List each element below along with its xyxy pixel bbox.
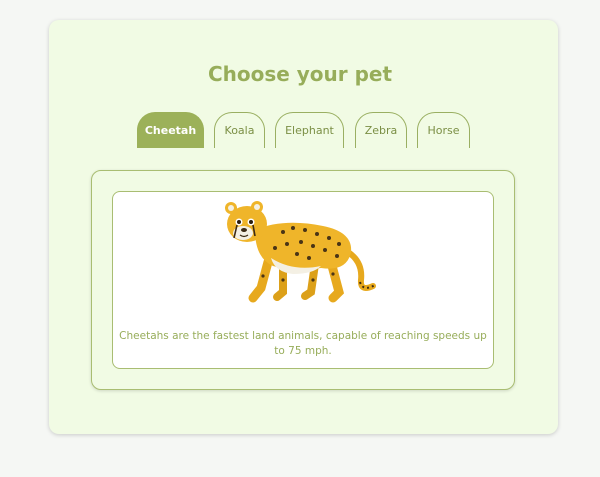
- pet-tabs: Cheetah Koala Elephant Zebra Horse: [0, 112, 600, 150]
- tab-cheetah[interactable]: Cheetah: [137, 112, 204, 148]
- tab-elephant[interactable]: Elephant: [275, 112, 344, 148]
- tab-koala[interactable]: Koala: [214, 112, 265, 148]
- tab-zebra[interactable]: Zebra: [355, 112, 407, 148]
- pet-description: Cheetahs are the fastest land animals, c…: [119, 330, 487, 357]
- page-title: Choose your pet: [207, 62, 393, 86]
- cheetah-illustration: [225, 201, 376, 303]
- tab-horse[interactable]: Horse: [417, 112, 470, 148]
